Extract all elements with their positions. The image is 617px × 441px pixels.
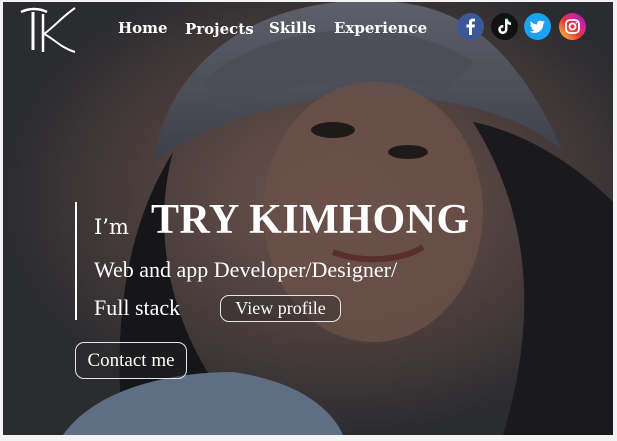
page-frame: Home Projects Skills Experience I’m TRY …	[0, 0, 617, 441]
hero-role-line2: Full stack	[94, 295, 181, 320]
instagram-icon[interactable]	[559, 13, 586, 40]
tiktok-icon[interactable]	[491, 13, 518, 40]
view-profile-button[interactable]: View profile	[220, 295, 341, 322]
nav-skills[interactable]: Skills	[269, 19, 316, 37]
facebook-icon[interactable]	[457, 13, 484, 40]
contact-me-button[interactable]: Contact me	[75, 342, 187, 379]
hero-section: Home Projects Skills Experience I’m TRY …	[3, 2, 613, 435]
greeting-prefix: I’m	[94, 215, 129, 239]
hero-name: TRY KIMHONG	[151, 197, 470, 243]
nav-experience[interactable]: Experience	[334, 19, 427, 37]
main-nav: Home Projects Skills Experience	[3, 19, 613, 39]
nav-home[interactable]: Home	[118, 19, 168, 37]
hero-accent-line	[75, 202, 77, 320]
nav-projects[interactable]: Projects	[185, 20, 254, 38]
hero-role-line1: Web and app Developer/Designer/	[94, 257, 398, 282]
twitter-icon[interactable]	[524, 13, 551, 40]
